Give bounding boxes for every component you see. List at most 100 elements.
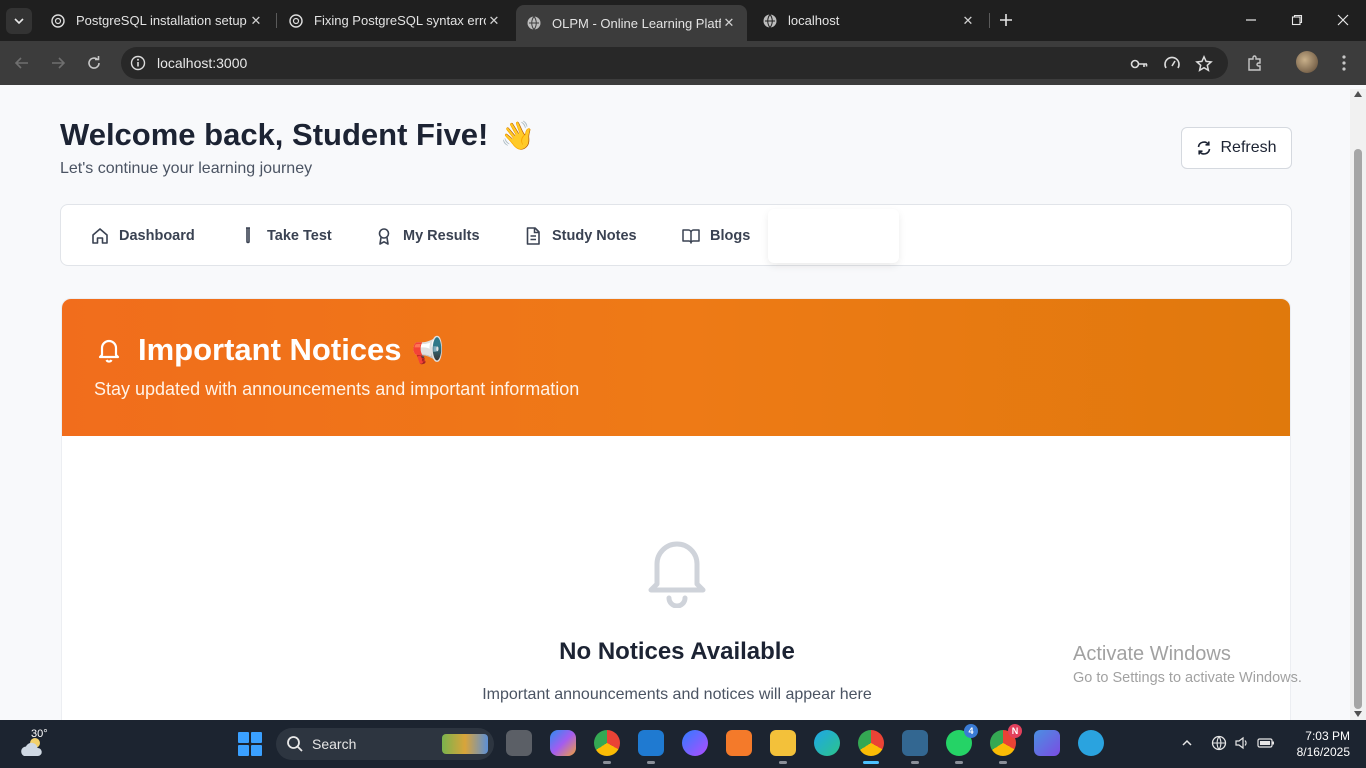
photos-icon[interactable] — [1034, 730, 1060, 756]
chrome-profile-icon[interactable]: N — [990, 724, 1022, 764]
reload-icon — [88, 56, 100, 69]
performance-gauge-icon[interactable] — [1162, 54, 1182, 74]
tab-olpm[interactable]: OLPM - Online Learning Platform ✕ — [516, 5, 747, 41]
tab-postgresql-setup[interactable]: PostgreSQL installation setup ✕ — [40, 5, 274, 36]
edge-icon[interactable] — [814, 730, 840, 756]
password-key-icon[interactable] — [1129, 54, 1149, 74]
nav-dashboard[interactable]: Dashboard — [90, 223, 195, 249]
scroll-up-arrow[interactable] — [1354, 91, 1362, 97]
nav-study-notes[interactable]: Study Notes — [523, 223, 637, 249]
vscode-icon[interactable] — [638, 730, 664, 764]
postgresql-icon[interactable] — [902, 730, 928, 764]
task-view-icon[interactable] — [506, 730, 532, 756]
browser-tab-bar: PostgreSQL installation setup ✕ Fixing P… — [0, 0, 1366, 41]
restore-icon — [1291, 14, 1303, 26]
search-label: Search — [312, 736, 357, 752]
openai-icon — [289, 13, 303, 28]
page-viewport: Welcome back, Student Five! 👋 Let's cont… — [0, 89, 1350, 720]
scroll-down-arrow[interactable] — [1354, 711, 1362, 717]
nav-label: Study Notes — [552, 228, 637, 244]
copilot-icon[interactable] — [550, 730, 576, 756]
arrow-right-icon — [52, 57, 66, 69]
main-nav: Dashboard Take Test My Results Study Not… — [60, 204, 1292, 266]
weather-widget[interactable]: 30° — [18, 728, 48, 760]
welcome-subtitle: Let's continue your learning journey — [60, 160, 313, 177]
volume-icon[interactable] — [1233, 734, 1251, 752]
nav-my-results[interactable]: My Results — [374, 223, 480, 249]
minimize-button[interactable] — [1239, 8, 1263, 32]
battery-icon[interactable] — [1257, 734, 1275, 752]
search-icon — [286, 735, 304, 753]
bell-icon — [94, 335, 124, 365]
notices-title: Important Notices 📢 — [94, 332, 444, 368]
site-info-icon[interactable] — [129, 54, 147, 72]
chrome-active-icon[interactable] — [858, 730, 884, 764]
nav-label: Blogs — [710, 228, 751, 244]
kebab-menu-icon — [1342, 55, 1346, 71]
system-clock[interactable]: 7:03 PM 8/16/2025 — [1282, 728, 1350, 760]
close-icon[interactable]: ✕ — [721, 15, 737, 31]
xampp-icon[interactable] — [726, 730, 752, 756]
extensions-button[interactable] — [1243, 51, 1267, 75]
chrome-icon[interactable] — [594, 730, 620, 764]
reload-button[interactable] — [82, 51, 106, 75]
new-tab-button[interactable] — [996, 10, 1016, 30]
tab-localhost[interactable]: localhost ✕ — [752, 5, 986, 36]
waving-hand-emoji: 👋 — [500, 119, 536, 151]
nav-active-tab-notices[interactable] — [768, 209, 899, 263]
close-icon — [1337, 14, 1349, 26]
url-text[interactable]: localhost:3000 — [157, 55, 247, 71]
tab-title: localhost — [788, 13, 840, 28]
taskbar-search[interactable]: Search — [276, 728, 494, 760]
back-button[interactable] — [10, 51, 34, 75]
chevron-down-icon — [14, 18, 24, 25]
notices-header: Important Notices 📢 Stay updated with an… — [62, 299, 1290, 436]
tab-search-button[interactable] — [6, 8, 32, 34]
globe-icon — [527, 16, 541, 30]
scroll-thumb[interactable] — [1354, 149, 1362, 709]
tab-title: Fixing PostgreSQL syntax error — [314, 13, 486, 28]
file-explorer-icon[interactable] — [770, 730, 796, 764]
nav-blogs[interactable]: Blogs — [681, 223, 750, 249]
activate-line-1: Activate Windows — [1073, 643, 1231, 665]
refresh-icon — [1196, 140, 1212, 156]
address-bar[interactable]: localhost:3000 — [121, 47, 1228, 79]
forward-button[interactable] — [46, 51, 70, 75]
home-icon — [90, 226, 110, 246]
profile-avatar[interactable] — [1296, 51, 1318, 73]
page-scrollbar[interactable] — [1350, 89, 1366, 720]
restore-button[interactable] — [1285, 8, 1309, 32]
close-icon[interactable]: ✕ — [486, 13, 502, 29]
browser-menu-button[interactable] — [1332, 51, 1356, 75]
whatsapp-icon[interactable]: 4 — [946, 724, 978, 764]
close-icon[interactable]: ✕ — [248, 13, 264, 29]
whatsapp-badge: 4 — [964, 724, 978, 738]
close-window-button[interactable] — [1331, 8, 1355, 32]
megaphone-emoji: 📢 — [411, 334, 444, 365]
tab-title: PostgreSQL installation setup — [76, 13, 247, 28]
network-globe-icon[interactable] — [1210, 734, 1228, 752]
document-icon — [523, 226, 543, 246]
clock-date: 8/16/2025 — [1296, 745, 1350, 759]
tab-separator — [276, 13, 277, 28]
refresh-button[interactable]: Refresh — [1181, 127, 1292, 169]
welcome-heading: Welcome back, Student Five! — [60, 117, 489, 152]
messenger-icon[interactable] — [682, 730, 708, 756]
chevron-up-icon[interactable] — [1178, 734, 1196, 752]
start-button[interactable] — [238, 732, 262, 756]
puzzle-icon — [1248, 55, 1261, 71]
nav-take-test[interactable]: Take Test — [238, 223, 332, 249]
close-icon[interactable]: ✕ — [960, 13, 976, 29]
bookmark-star-icon[interactable] — [1194, 54, 1214, 74]
tab-postgresql-syntax[interactable]: Fixing PostgreSQL syntax error ✕ — [278, 5, 512, 36]
clock-time: 7:03 PM — [1305, 729, 1350, 743]
search-highlight-image — [442, 734, 488, 754]
award-icon — [374, 226, 394, 246]
activate-windows-watermark: Activate Windows Go to Settings to activ… — [1073, 643, 1302, 686]
empty-state-subtitle: Important announcements and notices will… — [482, 686, 872, 703]
empty-bell-icon — [641, 532, 713, 608]
openai-icon — [51, 13, 65, 28]
windows-taskbar: 30° Search 4 N 7:03 PM 8/16/2025 — [0, 720, 1366, 768]
telegram-icon[interactable] — [1078, 730, 1104, 756]
plus-icon — [1000, 14, 1012, 26]
